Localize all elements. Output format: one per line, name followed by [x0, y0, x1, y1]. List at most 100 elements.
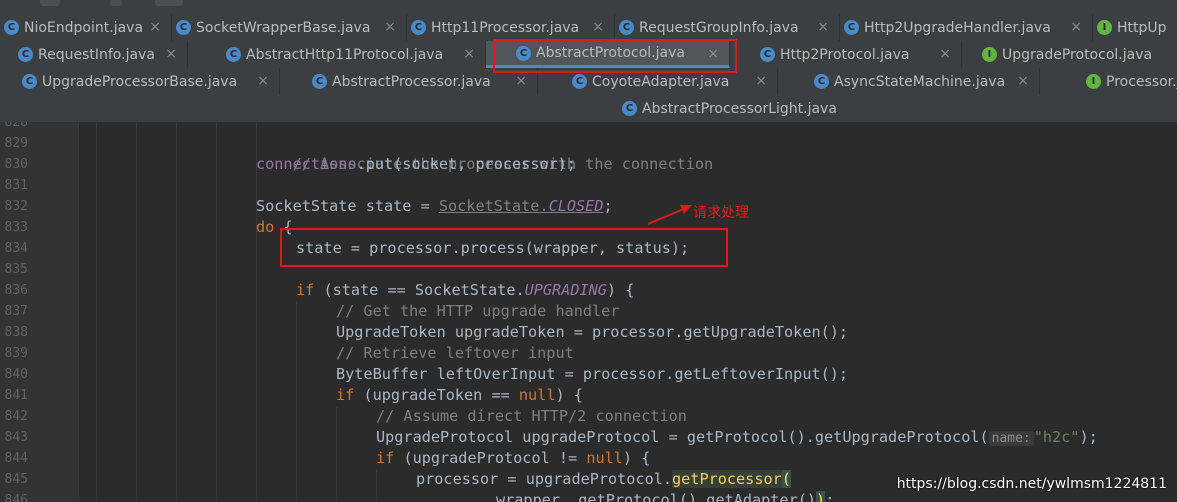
tab-label: Http11Processor.java: [431, 19, 580, 36]
close-icon[interactable]: ×: [257, 73, 269, 89]
code-line: if (upgradeProtocol != null) {: [376, 448, 650, 469]
code-line: processor = upgradeProtocol.getProcessor…: [416, 469, 791, 490]
tab-upgradeprotocol[interactable]: I UpgradeProtocol.java: [962, 41, 1177, 68]
code-deprecated: SocketState.: [438, 197, 549, 215]
watermark: https://blog.csdn.net/ywlmsm1224811: [896, 476, 1167, 492]
tab-label: UpgradeProtocol.java: [1002, 46, 1153, 63]
close-icon[interactable]: ×: [707, 46, 719, 62]
close-icon[interactable]: ×: [592, 19, 604, 35]
gutter-separator: [78, 122, 79, 502]
tab-abstractprocessor[interactable]: C AbstractProcessor.java ×: [280, 68, 538, 95]
close-icon[interactable]: ×: [149, 19, 161, 35]
code-line: state = processor.process(wrapper, statu…: [296, 238, 689, 259]
code-text: ;: [603, 197, 613, 215]
code-text: wrapper, getProtocol().getAdapter(): [496, 491, 817, 502]
close-icon[interactable]: ×: [384, 19, 396, 35]
close-icon[interactable]: ×: [1017, 73, 1029, 89]
code-text: state = processor.process(wrapper, statu…: [296, 239, 690, 257]
class-icon: C: [619, 20, 634, 35]
code-text: ) {: [606, 281, 635, 299]
code-paren: (: [781, 470, 791, 488]
close-icon[interactable]: ×: [165, 46, 177, 62]
line-number: 837: [4, 304, 28, 319]
code-text: ByteBuffer leftOverInput = processor.get…: [336, 365, 849, 383]
strip-fragment: [155, 0, 183, 6]
class-icon: C: [22, 74, 37, 89]
indent-guide: [376, 470, 377, 502]
tab-http2upgradehandler[interactable]: C Http2UpgradeHandler.java ×: [840, 14, 1093, 41]
line-number: 842: [4, 409, 28, 424]
strip-fragment: [40, 0, 60, 6]
code-method: getProcessor: [672, 470, 782, 488]
line-number: 843: [4, 430, 28, 445]
tab-label: CoyoteAdapter.java: [592, 73, 730, 90]
close-icon[interactable]: ×: [1070, 19, 1082, 35]
code-text: ) {: [622, 449, 651, 467]
code-text: ) {: [555, 386, 583, 404]
class-icon: C: [176, 20, 191, 35]
tab-httpupgrade[interactable]: I HttpUp: [1093, 14, 1177, 41]
line-number: 839: [4, 346, 28, 361]
tab-nioendpoint[interactable]: C NioEndpoint.java ×: [0, 14, 172, 41]
class-icon: C: [622, 101, 637, 116]
close-icon[interactable]: ×: [515, 73, 527, 89]
tab-http11processor[interactable]: C Http11Processor.java ×: [407, 14, 615, 41]
class-icon: C: [4, 20, 19, 35]
code-paren: ): [816, 491, 826, 502]
tab-label: UpgradeProcessorBase.java: [42, 73, 238, 90]
line-number: 829: [4, 136, 28, 151]
tab-requestgroupinfo[interactable]: C RequestGroupInfo.java ×: [615, 14, 840, 41]
tab-http2protocol[interactable]: C Http2Protocol.java ×: [730, 41, 962, 68]
code-line: wrapper, getProtocol().getAdapter());: [496, 490, 834, 502]
line-number: 831: [4, 178, 28, 193]
code-keyword: null: [586, 449, 623, 467]
code-text: SocketState state =: [256, 197, 439, 215]
line-number: 835: [4, 262, 28, 277]
tab-row-2: C RequestInfo.java × C AbstractHttp11Pro…: [0, 41, 1177, 69]
class-icon: C: [572, 74, 587, 89]
code-keyword: do: [256, 218, 275, 236]
code-line: ByteBuffer leftOverInput = processor.get…: [336, 364, 848, 385]
tab-processor[interactable]: I Processor.java: [1040, 68, 1177, 95]
code-text: processor = upgradeProtocol.: [416, 470, 673, 488]
tab-label: NioEndpoint.java: [24, 19, 144, 36]
class-icon: C: [844, 20, 859, 35]
line-number: 828: [4, 122, 28, 130]
code-keyword: if: [296, 281, 315, 299]
strip-fragment: [110, 0, 122, 6]
indent-guide: [216, 122, 217, 502]
tab-abstractprotocol[interactable]: C AbstractProtocol.java ×: [486, 41, 730, 68]
close-icon[interactable]: ×: [939, 46, 951, 62]
code-editor[interactable]: 828 829 830 831 832 833 834 835 836 837 …: [0, 122, 1177, 502]
close-icon[interactable]: ×: [817, 19, 829, 35]
tab-requestinfo[interactable]: C RequestInfo.java ×: [0, 41, 188, 68]
tab-label: HttpUp: [1117, 19, 1167, 36]
tab-abstracthttp11protocol[interactable]: C AbstractHttp11Protocol.java ×: [188, 41, 486, 68]
line-number: 845: [4, 472, 28, 487]
class-icon: C: [18, 47, 33, 62]
code-text: {: [274, 218, 293, 236]
line-number: 830: [4, 157, 28, 172]
tab-socketwrapperbase[interactable]: C SocketWrapperBase.java ×: [172, 14, 407, 41]
tab-asyncstatemachine[interactable]: C AsyncStateMachine.java ×: [778, 68, 1040, 95]
tab-coyoteadapter[interactable]: C CoyoteAdapter.java ×: [538, 68, 778, 95]
tab-label: Processor.java: [1106, 73, 1177, 90]
code-line: SocketState state = SocketState.CLOSED;: [256, 196, 613, 217]
code-text: UpgradeProtocol upgradeProtocol = getPro…: [376, 428, 989, 446]
line-number: 840: [4, 367, 28, 382]
tab-label: SocketWrapperBase.java: [196, 19, 371, 36]
code-text: (upgradeProtocol !=: [394, 449, 587, 467]
tab-label: AbstractProcessor.java: [332, 73, 491, 90]
class-icon: C: [411, 20, 426, 35]
class-icon: C: [312, 74, 327, 89]
close-icon[interactable]: ×: [463, 46, 475, 62]
code-comment: // Assume direct HTTP/2 connection: [376, 407, 687, 425]
tab-row-3: C UpgradeProcessorBase.java × C Abstract…: [0, 68, 1177, 96]
code-text: UpgradeToken upgradeToken = processor.ge…: [336, 323, 849, 341]
tab-upgradeprocessorbase[interactable]: C UpgradeProcessorBase.java ×: [0, 68, 280, 95]
tab-label: AsyncStateMachine.java: [834, 73, 1006, 90]
tab-abstractprocessorlight[interactable]: C AbstractProcessorLight.java: [618, 95, 848, 122]
code-line: // Assume direct HTTP/2 connection: [376, 406, 687, 427]
close-icon[interactable]: ×: [755, 73, 767, 89]
code-line: // Associate the processor with the conn…: [256, 133, 714, 173]
